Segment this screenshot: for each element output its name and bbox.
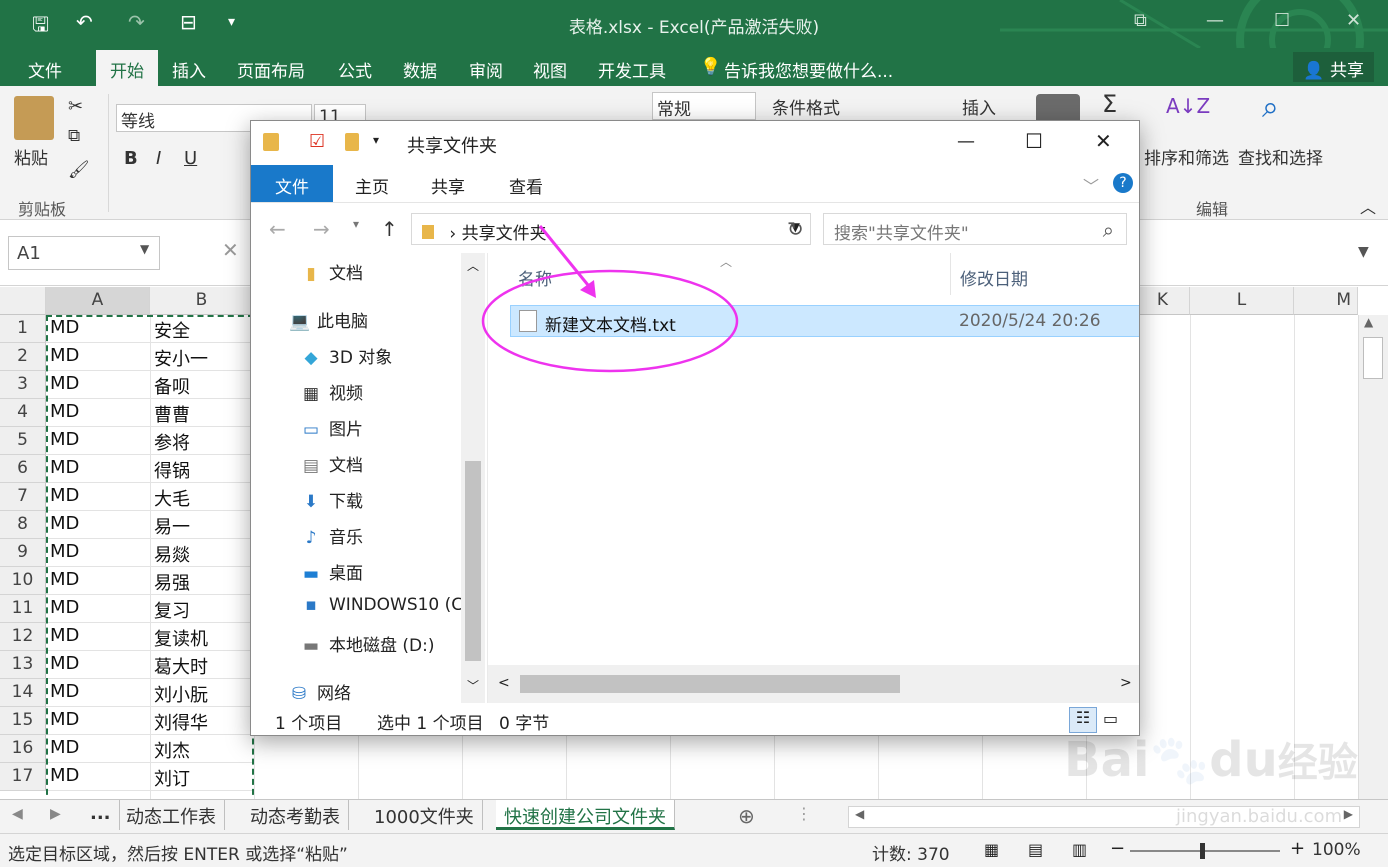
watermark-brand: Bai [1064, 732, 1150, 788]
watermark-cn: 经验 [1277, 740, 1358, 786]
watermark-logo: Bai🐾du经验 [1064, 730, 1358, 788]
annotation-arrow-line [538, 225, 594, 291]
watermark-brand2: du [1209, 732, 1278, 788]
watermark-url: jingyan.baidu.com [1176, 806, 1343, 827]
highlight-ellipse [481, 269, 739, 373]
paw-icon: 🐾 [1149, 732, 1210, 788]
